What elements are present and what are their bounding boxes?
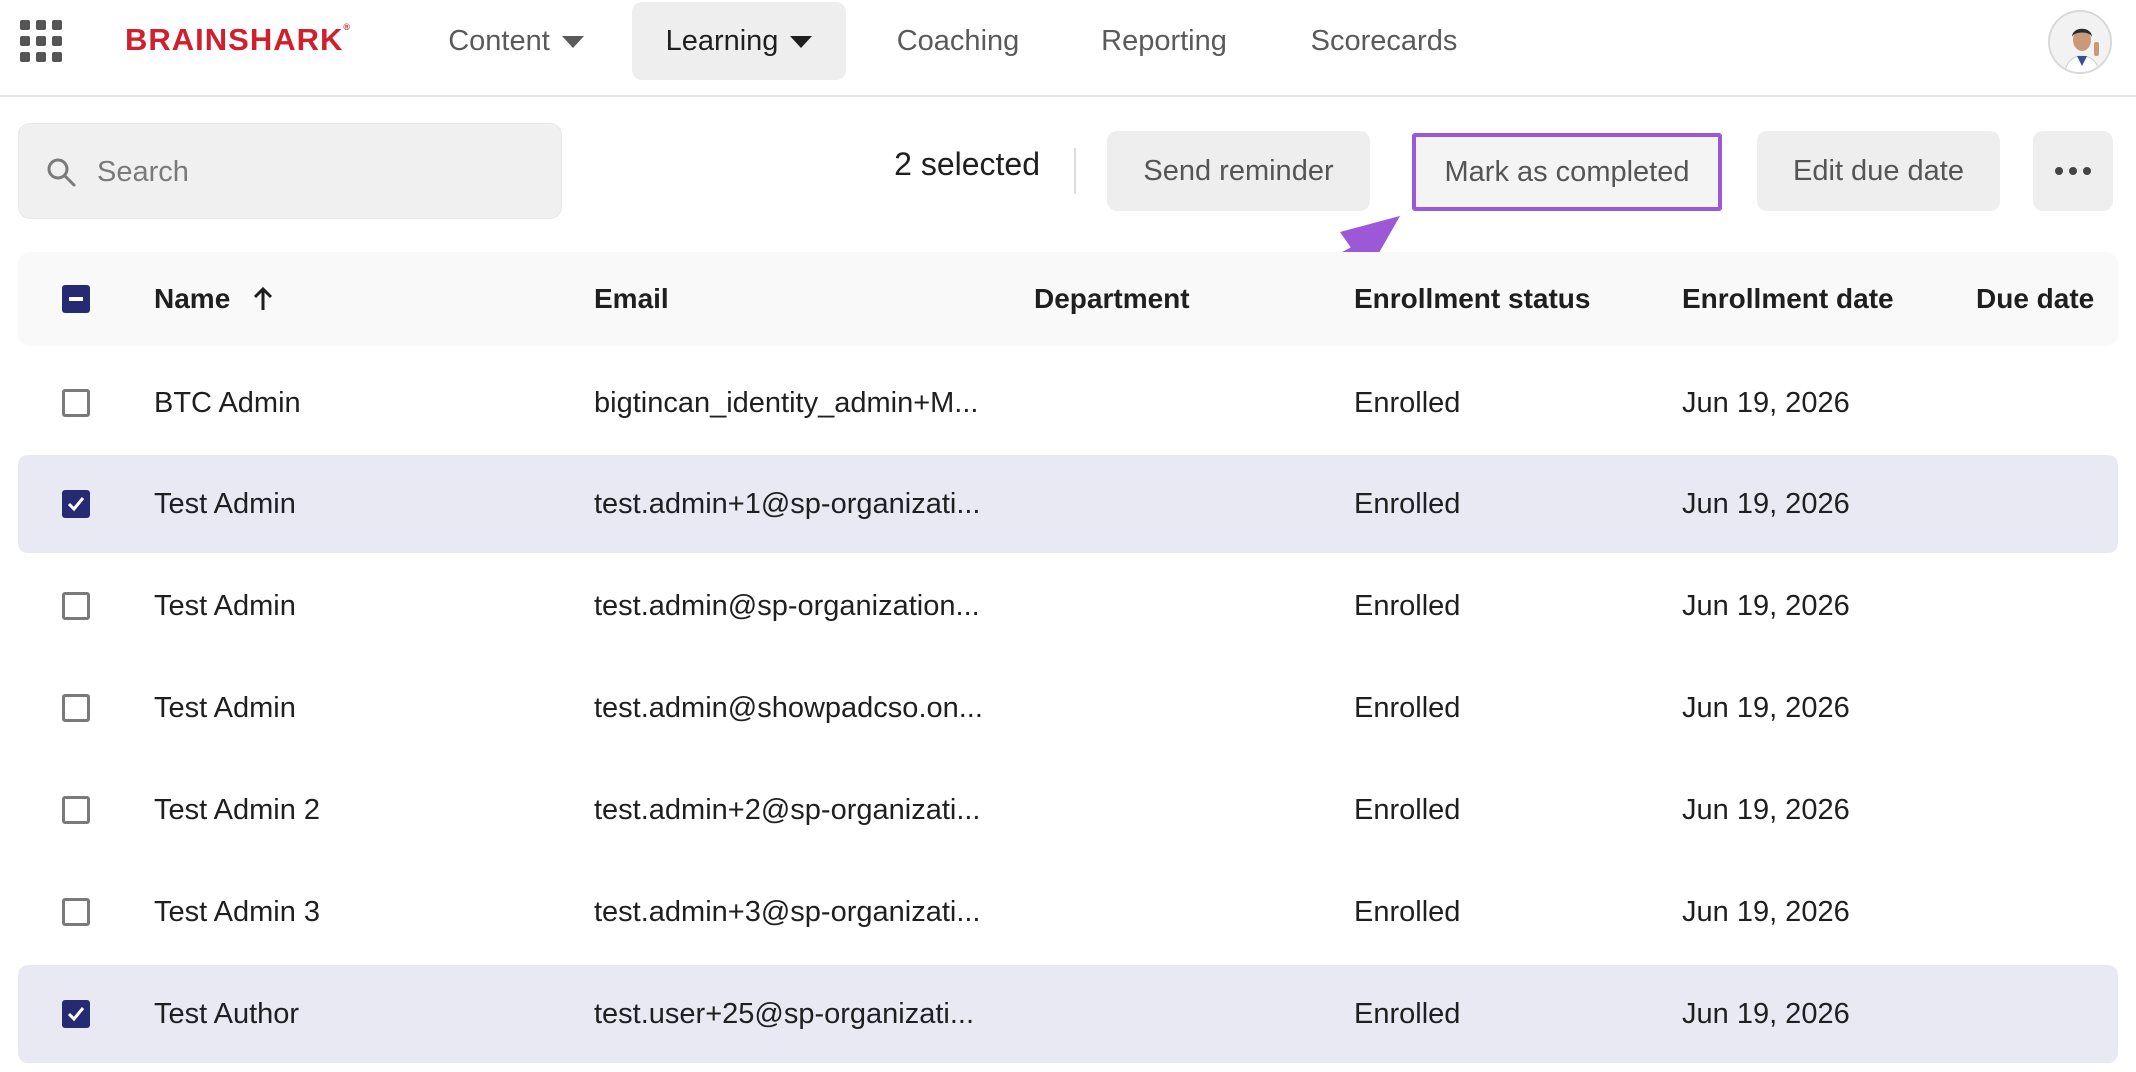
nav-scorecards-label: Scorecards — [1310, 24, 1458, 57]
nav-scorecards[interactable]: Scorecards — [1292, 2, 1476, 80]
cell-status: Enrolled — [1354, 793, 1461, 826]
cell-enrollment-date: Jun 19, 2026 — [1682, 589, 1850, 622]
table-row[interactable]: Test Author test.user+25@sp-organizati..… — [18, 965, 2118, 1063]
nav-learning[interactable]: Learning — [632, 2, 846, 80]
column-header-email[interactable]: Email — [594, 252, 1006, 346]
cell-name: Test Author — [154, 997, 300, 1030]
table-row[interactable]: BTC Admin bigtincan_identity_admin+M... … — [18, 354, 2118, 452]
more-options-icon — [2055, 167, 2091, 175]
cell-enrollment-date: Jun 19, 2026 — [1682, 793, 1850, 826]
row-checkbox[interactable] — [62, 898, 90, 926]
send-reminder-button[interactable]: Send reminder — [1107, 131, 1370, 211]
user-avatar[interactable] — [2048, 10, 2112, 74]
nav-coaching[interactable]: Coaching — [868, 2, 1048, 80]
cell-email: test.admin@showpadcso.on... — [594, 691, 983, 724]
nav-learning-label: Learning — [665, 24, 779, 57]
column-name-label: Name — [154, 283, 231, 314]
table-header: Name Email Department Enrollment status … — [18, 252, 2118, 346]
caret-down-icon — [561, 36, 584, 48]
cell-name: Test Admin — [154, 487, 296, 520]
search-input[interactable] — [97, 144, 537, 200]
row-checkbox[interactable] — [62, 1000, 90, 1028]
cell-status: Enrolled — [1354, 386, 1461, 419]
cell-enrollment-date: Jun 19, 2026 — [1682, 386, 1850, 419]
toolbar-divider — [1074, 148, 1076, 194]
column-header-status[interactable]: Enrollment status — [1354, 252, 1590, 346]
cell-email: test.admin@sp-organization... — [594, 589, 980, 622]
nav-content[interactable]: Content — [410, 2, 622, 80]
table-row[interactable]: Test Admin test.admin@showpadcso.on... E… — [18, 659, 2118, 757]
cell-enrollment-date: Jun 19, 2026 — [1682, 691, 1850, 724]
nav-coaching-label: Coaching — [896, 24, 1020, 57]
cell-status: Enrolled — [1354, 589, 1461, 622]
cell-email: test.admin+1@sp-organizati... — [594, 487, 981, 520]
cell-name: Test Admin 2 — [154, 793, 321, 826]
nav-reporting-label: Reporting — [1101, 24, 1227, 57]
cell-email: bigtincan_identity_admin+M... — [594, 386, 979, 419]
checkmark-icon — [67, 1007, 85, 1022]
column-header-department[interactable]: Department — [1034, 252, 1190, 346]
column-header-due-date[interactable]: Due date — [1976, 252, 2094, 346]
select-all-checkbox[interactable] — [62, 285, 90, 313]
caret-down-icon — [790, 36, 813, 48]
edit-due-date-button[interactable]: Edit due date — [1757, 131, 2000, 211]
cell-email: test.admin+3@sp-organizati... — [594, 895, 981, 928]
top-nav: BRAINSHARK® Content Learning Coaching Re… — [0, 0, 2136, 97]
apps-grid-icon[interactable] — [20, 20, 62, 62]
user-avatar-image — [2050, 12, 2110, 72]
cell-enrollment-date: Jun 19, 2026 — [1682, 895, 1850, 928]
cell-enrollment-date: Jun 19, 2026 — [1682, 487, 1850, 520]
column-header-enrollment-date[interactable]: Enrollment date — [1682, 252, 1894, 346]
row-checkbox[interactable] — [62, 796, 90, 824]
brainshark-logo[interactable]: BRAINSHARK® — [125, 22, 350, 58]
more-options-button[interactable] — [2033, 131, 2113, 211]
cell-email: test.user+25@sp-organizati... — [594, 997, 975, 1030]
checkmark-icon — [67, 497, 85, 512]
cell-status: Enrolled — [1354, 691, 1461, 724]
mark-as-completed-button[interactable]: Mark as completed — [1412, 133, 1722, 211]
table-row[interactable]: Test Admin 2 test.admin+2@sp-organizati.… — [18, 761, 2118, 859]
selected-count: 2 selected — [894, 146, 1040, 182]
sort-ascending-icon[interactable] — [252, 286, 274, 312]
cell-name: Test Admin — [154, 691, 296, 724]
nav-reporting[interactable]: Reporting — [1084, 2, 1244, 80]
column-header-name[interactable]: Name — [154, 252, 274, 346]
cell-name: Test Admin — [154, 589, 296, 622]
search-icon — [47, 158, 76, 187]
cell-status: Enrolled — [1354, 997, 1461, 1030]
table-row[interactable]: Test Admin 3 test.admin+3@sp-organizati.… — [18, 863, 2118, 961]
cell-enrollment-date: Jun 19, 2026 — [1682, 997, 1850, 1030]
search-box[interactable] — [18, 123, 562, 219]
row-checkbox[interactable] — [62, 389, 90, 417]
cell-name: BTC Admin — [154, 386, 301, 419]
row-checkbox[interactable] — [62, 592, 90, 620]
indeterminate-icon — [69, 297, 83, 301]
table-row[interactable]: Test Admin test.admin+1@sp-organizati...… — [18, 455, 2118, 553]
nav-content-label: Content — [448, 24, 550, 57]
cell-status: Enrolled — [1354, 895, 1461, 928]
cell-name: Test Admin 3 — [154, 895, 321, 928]
cell-status: Enrolled — [1354, 487, 1461, 520]
row-checkbox[interactable] — [62, 694, 90, 722]
cell-email: test.admin+2@sp-organizati... — [594, 793, 981, 826]
table-row[interactable]: Test Admin test.admin@sp-organization...… — [18, 557, 2118, 655]
row-checkbox[interactable] — [62, 490, 90, 518]
